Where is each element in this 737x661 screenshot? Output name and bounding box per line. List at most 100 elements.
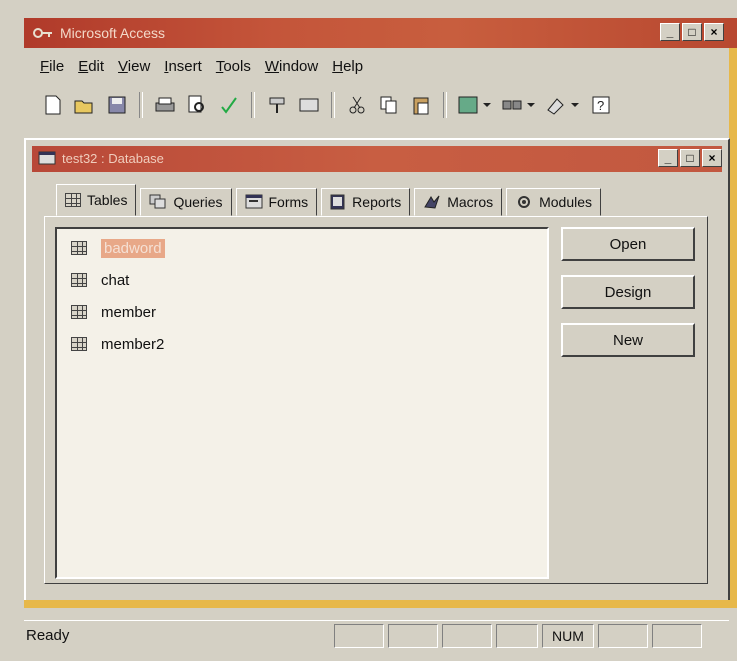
print-preview-icon[interactable] (184, 92, 210, 118)
copy-icon[interactable] (376, 92, 402, 118)
menu-window-rest: indow (279, 58, 319, 75)
report-icon (330, 194, 345, 210)
access-app-window: Microsoft Access _ □ × File Edit View In… (0, 0, 737, 661)
object-tabs: Tables Queries Forms Reports Macros Modu… (56, 184, 602, 216)
macro-icon (424, 195, 440, 209)
tab-reports[interactable]: Reports (321, 188, 411, 216)
list-item-label: chat (101, 271, 130, 289)
status-panel (334, 624, 384, 648)
svg-text:?: ? (597, 98, 604, 113)
tab-forms[interactable]: Forms (235, 188, 318, 216)
num-lock-indicator: NUM (542, 624, 594, 648)
help-icon[interactable]: ? (588, 92, 614, 118)
new-object-icon[interactable] (544, 92, 582, 118)
menu-window[interactable]: Window (265, 58, 318, 75)
spelling-icon[interactable] (216, 92, 242, 118)
status-text: Ready (26, 627, 70, 644)
menu-file[interactable]: File (40, 58, 64, 75)
format-painter-icon[interactable] (264, 92, 290, 118)
tab-forms-label: Forms (268, 194, 309, 210)
db-close-button[interactable]: × (702, 149, 722, 167)
table-icon (71, 337, 87, 351)
menu-file-rest: ile (49, 58, 65, 75)
toolbar-separator (443, 92, 447, 118)
close-button[interactable]: × (704, 23, 724, 41)
minimize-button[interactable]: _ (660, 23, 680, 41)
design-button-label: Design (604, 283, 652, 301)
query-icon (149, 194, 166, 209)
database-icon (38, 150, 56, 169)
status-panel (388, 624, 438, 648)
table-icon (71, 241, 87, 255)
new-button-label: New (612, 331, 643, 349)
new-button[interactable]: New (561, 323, 695, 357)
open-icon[interactable] (72, 92, 98, 118)
print-icon[interactable] (152, 92, 178, 118)
tab-tables[interactable]: Tables (56, 184, 137, 216)
open-button[interactable]: Open (561, 227, 695, 261)
menu-insert-rest: nsert (168, 58, 202, 75)
menu-edit[interactable]: Edit (78, 58, 104, 75)
database-window: test32 : Database _ □ × Tables Queries F… (24, 138, 730, 602)
list-item[interactable]: badword (71, 235, 165, 261)
module-icon (518, 196, 531, 208)
tab-queries-label: Queries (173, 194, 223, 210)
list-item[interactable]: chat (71, 267, 129, 293)
menu-view-rest: iew (127, 58, 151, 75)
form-icon (245, 194, 262, 209)
tab-macros-label: Macros (447, 194, 494, 210)
desktop-edge (24, 600, 737, 608)
design-button[interactable]: Design (561, 275, 695, 309)
open-button-label: Open (609, 235, 647, 253)
menu-bar: File Edit View Insert Tools Window Help (40, 58, 363, 75)
list-item[interactable]: member2 (71, 331, 164, 357)
app-title: Microsoft Access (60, 25, 166, 41)
menu-tools[interactable]: Tools (216, 58, 251, 75)
toolbar-separator (251, 92, 255, 118)
menu-insert[interactable]: Insert (164, 58, 202, 75)
tab-macros[interactable]: Macros (414, 188, 503, 216)
status-panel (442, 624, 492, 648)
database-titlebar[interactable]: test32 : Database _ □ × (32, 146, 722, 172)
table-list: badword chat member member2 (55, 227, 549, 579)
menu-help[interactable]: Help (332, 58, 363, 75)
list-item-label: badword (101, 238, 165, 258)
db-maximize-button[interactable]: □ (680, 149, 700, 167)
table-icon (71, 305, 87, 319)
list-item-label: member (101, 303, 157, 321)
new-icon[interactable] (40, 92, 66, 118)
menu-view[interactable]: View (118, 58, 150, 75)
table-icon (65, 193, 81, 207)
tab-modules[interactable]: Modules (506, 188, 602, 216)
tab-tables-label: Tables (87, 192, 128, 208)
undo-icon[interactable] (296, 92, 322, 118)
toolbar: ? (40, 88, 730, 122)
status-bar: Ready NUM (24, 620, 729, 651)
toolbar-separator (331, 92, 335, 118)
paste-icon[interactable] (408, 92, 434, 118)
tab-modules-label: Modules (539, 194, 593, 210)
table-icon (71, 273, 87, 287)
tab-reports-label: Reports (352, 194, 402, 210)
list-item[interactable]: member (71, 299, 156, 325)
app-titlebar[interactable]: Microsoft Access _ □ × (24, 18, 737, 48)
save-icon[interactable] (104, 92, 130, 118)
desktop-edge (729, 48, 737, 608)
status-panel (598, 624, 648, 648)
tables-panel: badword chat member member2 Open Design … (44, 216, 708, 584)
status-panel (652, 624, 702, 648)
status-panel (496, 624, 538, 648)
database-title: test32 : Database (62, 151, 164, 166)
db-minimize-button[interactable]: _ (658, 149, 678, 167)
menu-tools-rest: ools (223, 58, 251, 75)
cut-icon[interactable] (344, 92, 370, 118)
key-icon (32, 24, 54, 45)
maximize-button[interactable]: □ (682, 23, 702, 41)
office-links-icon[interactable] (456, 92, 494, 118)
analyze-icon[interactable] (500, 92, 538, 118)
toolbar-separator (139, 92, 143, 118)
menu-help-rest: elp (343, 58, 364, 75)
list-item-label: member2 (101, 335, 165, 353)
menu-edit-rest: dit (88, 58, 105, 75)
tab-queries[interactable]: Queries (140, 188, 232, 216)
